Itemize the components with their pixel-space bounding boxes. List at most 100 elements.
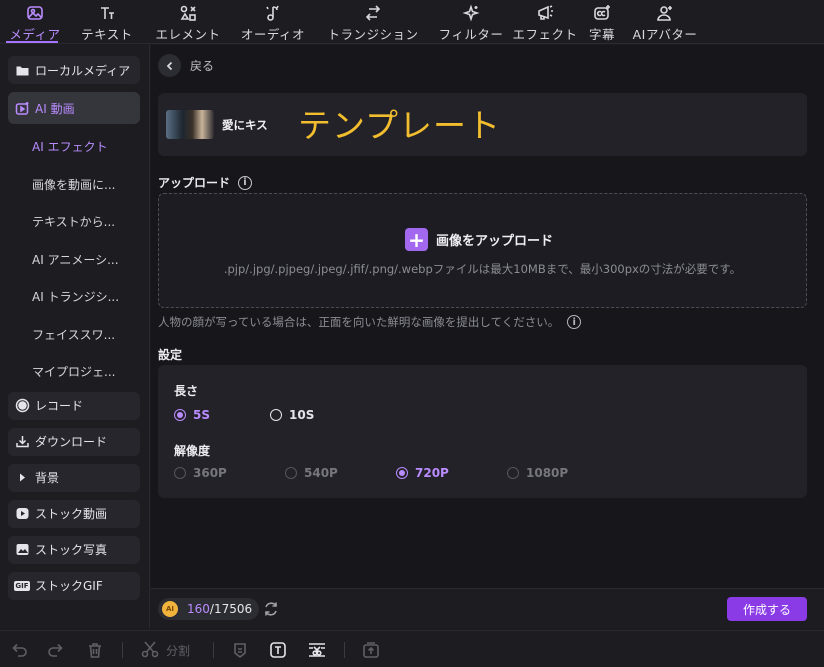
sidebar-item-label: ストックGIF [35,579,103,593]
sidebar-item-background[interactable]: 背景 [8,463,140,492]
sidebar-item-record[interactable]: レコード [8,391,140,420]
resolution-option-1080p[interactable]: 1080P [507,466,568,480]
toolbar-divider [122,642,123,658]
radio-selected-icon [396,467,408,479]
sidebar-item-label: 背景 [35,471,60,485]
resolution-option-360p[interactable]: 360P [174,466,227,480]
tab-elements[interactable]: エレメント [144,0,232,43]
gif-icon: GIF [14,578,30,594]
top-toolbar: メディア テキスト エレメント オーディオ トランジション フィルター エフェク… [0,0,824,44]
sidebar: ローカルメディア AI 動画 AI エフェクト 画像を動画に... テキストから… [0,45,150,628]
chevron-left-icon [158,54,181,77]
sidebar-subitem-face-swap[interactable]: フェイススワ... [0,316,149,354]
tab-transition-label: トランジション [327,27,419,42]
sidebar-item-stock-photo[interactable]: ストック写真 [8,535,140,564]
template-card: 愛にキス テンプレート [158,93,807,156]
ai-avatar-icon [655,3,675,22]
tab-ai-avatar[interactable]: AIアバター [624,0,706,43]
info-icon[interactable]: i [567,315,582,329]
template-thumbnail [166,110,214,139]
upload-note: 人物の顔が写っている場合は、正面を向いた鮮明な画像を提出してください。 i [158,314,582,330]
plus-icon: + [405,228,428,251]
mask-icon[interactable] [230,640,250,660]
export-icon[interactable] [361,640,381,660]
tab-captions-label: 字幕 [588,27,615,42]
tab-ai-avatar-label: AIアバター [632,27,698,42]
sidebar-item-download[interactable]: ダウンロード [8,427,140,456]
sidebar-item-ai-video[interactable]: AI 動画 [8,92,140,124]
resolution-option-720p[interactable]: 720P [396,466,449,480]
sidebar-item-stock-video[interactable]: ストック動画 [8,499,140,528]
credits-badge: AI 160/17506 [158,598,260,620]
tab-media[interactable]: メディア [0,0,70,43]
tab-captions[interactable]: 字幕 [580,0,624,43]
radio-selected-icon [174,409,186,421]
tab-effects[interactable]: エフェクト [510,0,580,43]
redo-icon[interactable] [46,640,66,660]
sidebar-item-stock-gif[interactable]: GIF ストックGIF [8,571,140,600]
back-button[interactable]: 戻る [158,54,214,77]
settings-section-label: 設定 [158,348,183,362]
download-icon [14,434,30,450]
duration-option-10s[interactable]: 10S [270,408,314,422]
sidebar-item-label: AI 動画 [35,101,75,116]
tab-elements-label: エレメント [155,27,221,42]
audio-icon [263,3,283,22]
tab-effects-label: エフェクト [512,27,578,42]
scissors-icon [140,639,160,662]
resolution-option-label: 360P [193,466,227,480]
refresh-icon[interactable] [262,600,280,618]
sidebar-subitem-ai-transition[interactable]: AI トランジシ... [0,278,149,316]
transition-icon [363,3,383,22]
play-icon [14,506,30,522]
media-icon [25,3,45,22]
delete-icon[interactable] [85,640,105,660]
tab-audio-label: オーディオ [240,27,306,42]
photo-icon [14,542,30,558]
sidebar-subitem-text-to-video[interactable]: テキストから... [0,203,149,241]
undo-icon[interactable] [9,640,29,660]
captions-icon [592,3,612,22]
back-label: 戻る [190,59,215,73]
upload-note-text: 人物の顔が写っている場合は、正面を向いた鮮明な画像を提出してください。 [158,315,560,329]
toolbar-divider [213,642,214,658]
gif-icon-text: GIF [14,580,30,591]
sidebar-item-label: ローカルメディア [35,63,131,78]
template-title: テンプレート [298,106,502,145]
upload-section-label: アップロード [158,176,231,190]
sidebar-item-label: ストック動画 [35,507,108,521]
timeline-toolbar: 分割 [0,630,824,667]
sidebar-item-local-media[interactable]: ローカルメディア [8,56,140,84]
toolbar-divider [344,642,345,658]
radio-icon [507,467,519,479]
ai-video-submenu: AI エフェクト 画像を動画に... テキストから... AI アニメーシ...… [0,128,149,391]
sidebar-subitem-my-projects[interactable]: マイプロジェ... [0,353,149,391]
upload-image-button[interactable]: + 画像をアップロード [405,228,553,251]
tab-filter[interactable]: フィルター [432,0,510,43]
radio-icon [174,467,186,479]
effects-icon [535,3,555,22]
text-box-icon[interactable] [268,640,288,660]
settings-panel: 長さ 5S 10S 解像度 360P 540P 720P 1080P [158,365,807,498]
tab-text[interactable]: テキスト [70,0,144,43]
resolution-label: 解像度 [174,444,211,458]
sidebar-subitem-ai-effects[interactable]: AI エフェクト [0,128,149,166]
upload-dropzone[interactable]: + 画像をアップロード .pjp/.jpg/.pjpeg/.jpeg/.jfif… [158,193,807,308]
duration-option-5s[interactable]: 5S [174,408,210,422]
create-button[interactable]: 作成する [727,597,807,621]
elements-icon [178,3,198,22]
tab-text-label: テキスト [81,27,133,42]
split-button[interactable]: 分割 [140,640,190,660]
split-label: 分割 [166,643,191,658]
resolution-option-540p[interactable]: 540P [285,466,338,480]
tab-audio[interactable]: オーディオ [232,0,314,43]
sidebar-subitem-ai-animation[interactable]: AI アニメーシ... [0,241,149,279]
tab-transition[interactable]: トランジション [314,0,432,43]
resolution-option-label: 540P [304,466,338,480]
settings-section-title: 設定 [158,346,182,363]
info-icon[interactable]: i [238,175,253,190]
tab-filter-label: フィルター [438,27,504,42]
record-icon [14,398,30,414]
sidebar-subitem-image-to-video[interactable]: 画像を動画に... [0,166,149,204]
trim-cut-icon[interactable] [307,640,327,660]
